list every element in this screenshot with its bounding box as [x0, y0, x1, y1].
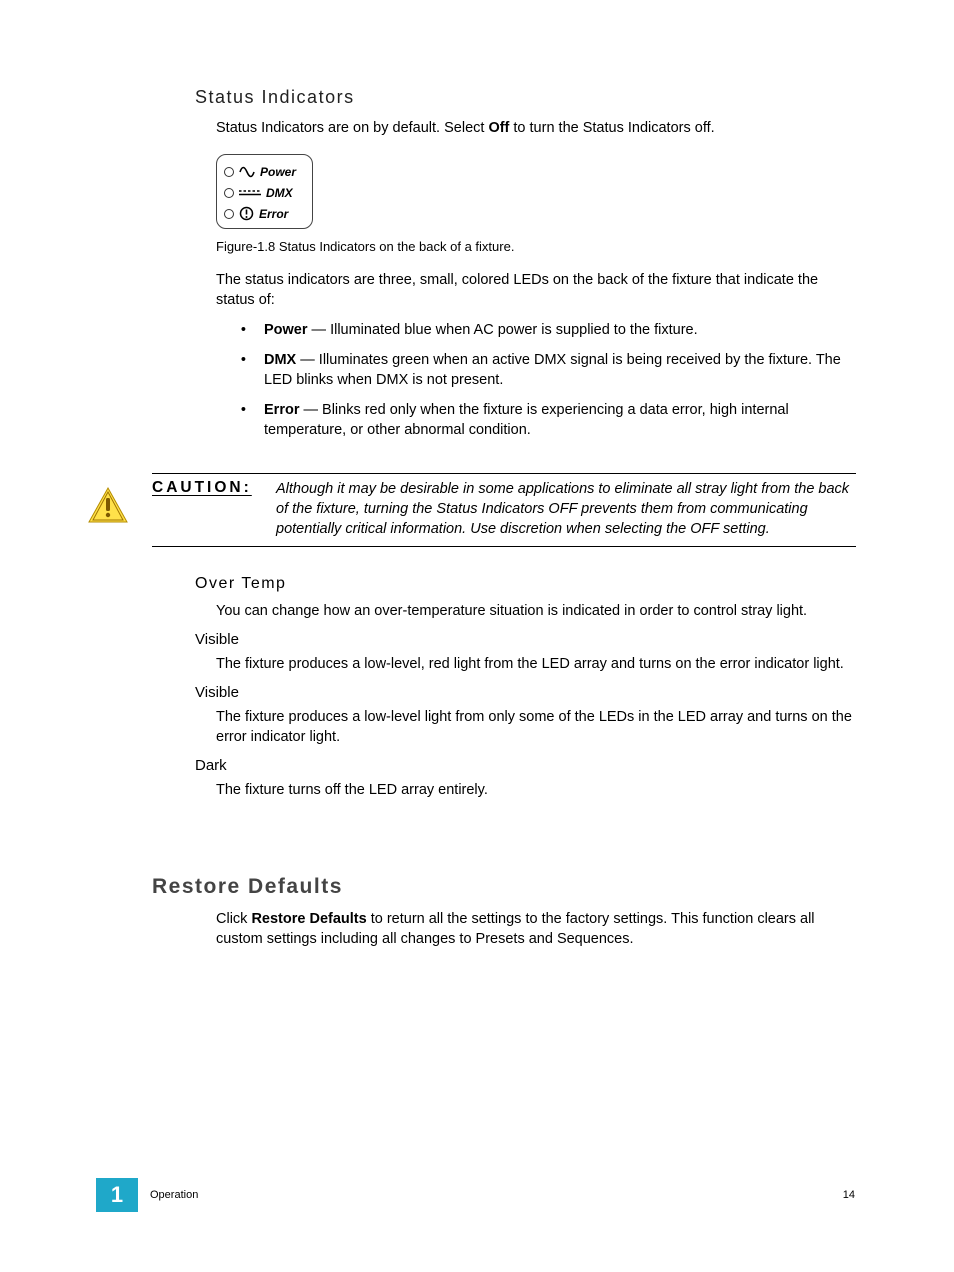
caution-text: Although it may be desirable in some app… — [276, 479, 856, 539]
fig-dmx-label: DMX — [266, 186, 293, 200]
figure-status-panel: Power DMX Err — [216, 154, 313, 229]
status-list: Power — Illuminated blue when AC power i… — [258, 320, 855, 440]
fig-row-dmx: DMX — [224, 182, 305, 203]
page: Status Indicators Status Indicators are … — [0, 0, 954, 1272]
fig-power-label: Power — [260, 165, 296, 179]
text: — Blinks red only when the fixture is ex… — [264, 402, 789, 438]
heading-restore-defaults: Restore Defaults — [152, 875, 855, 899]
caution-block: CAUTION: Although it may be desirable in… — [152, 473, 856, 547]
list-item: Power — Illuminated blue when AC power i… — [258, 320, 855, 340]
over-temp-intro: You can change how an over-temperature s… — [216, 601, 855, 621]
subheading-dark: Dark — [195, 757, 855, 774]
visible-2-body: The fixture produces a low-level light f… — [216, 707, 855, 747]
caution-icon — [87, 485, 129, 530]
list-item: Error — Blinks red only when the fixture… — [258, 400, 855, 440]
text: Click — [216, 911, 251, 927]
chapter-number: 1 — [96, 1178, 138, 1212]
chapter-name: Operation — [150, 1189, 198, 1201]
fig-row-error: Error — [224, 203, 305, 224]
list-item: DMX — Illuminates green when an active D… — [258, 350, 855, 390]
led-icon — [224, 167, 234, 177]
page-footer: 1 Operation 14 — [0, 1178, 954, 1212]
heading-status-indicators: Status Indicators — [195, 87, 855, 108]
text-bold: Off — [488, 120, 509, 136]
caution-label: CAUTION: — [152, 479, 260, 539]
text: — Illuminated blue when AC power is supp… — [308, 322, 698, 338]
error-circle-icon — [239, 206, 254, 221]
term: Error — [264, 402, 299, 418]
fig-error-label: Error — [259, 207, 288, 221]
text: Status Indicators are on by default. Sel… — [216, 120, 488, 136]
subheading-visible-2: Visible — [195, 684, 855, 701]
fig-row-power: Power — [224, 161, 305, 182]
term: DMX — [264, 352, 296, 368]
led-icon — [224, 209, 234, 219]
text: — Illuminates green when an active DMX s… — [264, 352, 841, 388]
section-restore-defaults: Restore Defaults Click Restore Defaults … — [152, 875, 855, 959]
sine-icon — [239, 165, 255, 179]
visible-1-body: The fixture produces a low-level, red li… — [216, 654, 855, 674]
dark-body: The fixture turns off the LED array enti… — [216, 780, 855, 800]
text-bold: Restore Defaults — [251, 911, 366, 927]
status-desc: The status indicators are three, small, … — [216, 270, 855, 310]
status-intro: Status Indicators are on by default. Sel… — [216, 118, 855, 138]
heading-over-temp: Over Temp — [195, 575, 855, 593]
rule — [152, 546, 856, 547]
figure-caption: Figure-1.8 Status Indicators on the back… — [216, 239, 855, 254]
term: Power — [264, 322, 308, 338]
subheading-visible-1: Visible — [195, 631, 855, 648]
dashed-line-icon — [239, 189, 261, 197]
restore-body: Click Restore Defaults to return all the… — [216, 909, 855, 949]
text: to turn the Status Indicators off. — [509, 120, 714, 136]
page-number: 14 — [843, 1189, 855, 1201]
section-status-indicators: Status Indicators Status Indicators are … — [195, 87, 855, 450]
section-over-temp: Over Temp You can change how an over-tem… — [195, 575, 855, 810]
led-icon — [224, 188, 234, 198]
